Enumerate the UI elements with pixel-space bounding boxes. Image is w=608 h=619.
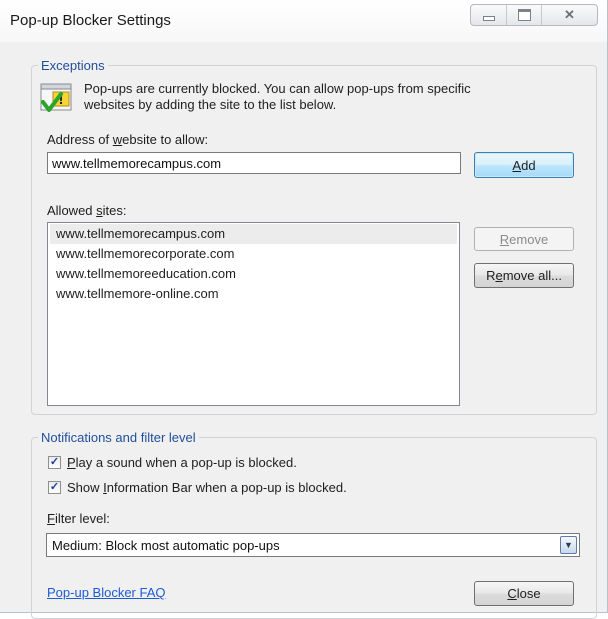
show-bar-pre: Show xyxy=(67,480,104,495)
address-label-pre: Address of xyxy=(47,132,113,147)
address-label-access-key: w xyxy=(112,132,123,147)
show-info-bar-checkbox[interactable]: ✓ xyxy=(48,481,61,494)
remove-access-key: R xyxy=(499,231,510,247)
show-info-bar-label[interactable]: Show Information Bar when a pop-up is bl… xyxy=(67,480,347,495)
close-window-button[interactable]: ✕ xyxy=(542,5,597,25)
popup-blocker-dialog: Pop-up Blocker Settings ✕ Exceptions ! P… xyxy=(0,0,608,619)
list-item[interactable]: www.tellmemore-online.com xyxy=(48,284,459,304)
allowed-label-pre: Allowed xyxy=(47,203,97,218)
allowed-sites-label: Allowed sites: xyxy=(47,203,126,218)
close-access-key: C xyxy=(507,586,517,601)
list-item[interactable]: www.tellmemorecampus.com xyxy=(50,224,457,244)
filter-level-select[interactable]: Medium: Block most automatic pop-ups ▼ xyxy=(46,533,580,557)
show-bar-text: nformation Bar when a pop-up is blocked. xyxy=(106,480,347,495)
address-label-post: ebsite to allow: xyxy=(122,132,209,147)
exceptions-legend: Exceptions xyxy=(41,58,105,73)
remove-all-pre: R xyxy=(486,268,496,283)
allowed-sites-list[interactable]: www.tellmemorecampus.com www.tellmemorec… xyxy=(47,222,460,406)
close-button[interactable]: Close xyxy=(474,581,574,606)
play-sound-checkbox[interactable]: ✓ xyxy=(48,456,61,469)
remove-label: emove xyxy=(509,231,549,247)
add-access-key: A xyxy=(512,157,522,173)
filter-level-label: Filter level: xyxy=(47,511,110,526)
exceptions-info-text: Pop-ups are currently blocked. You can a… xyxy=(84,81,554,113)
popup-blocker-faq-link[interactable]: Pop-up Blocker FAQ xyxy=(47,585,166,600)
remove-all-label: move all... xyxy=(502,268,562,283)
window-title: Pop-up Blocker Settings xyxy=(10,12,171,29)
minimize-icon xyxy=(482,15,495,21)
info-line-1: Pop-ups are currently blocked. You can a… xyxy=(84,81,471,96)
add-label: dd xyxy=(521,157,536,173)
chevron-down-icon[interactable]: ▼ xyxy=(560,536,577,554)
minimize-button[interactable] xyxy=(471,5,508,25)
website-address-input[interactable]: www.tellmemorecampus.com xyxy=(47,152,461,174)
remove-all-access-key: e xyxy=(495,268,503,283)
play-sound-label[interactable]: Play a sound when a pop-up is blocked. xyxy=(67,455,297,470)
list-item[interactable]: www.tellmemorecorporate.com xyxy=(48,244,459,264)
close-label: lose xyxy=(516,586,541,601)
notifications-legend: Notifications and filter level xyxy=(41,430,196,445)
maximize-icon xyxy=(517,9,531,21)
add-button[interactable]: Add xyxy=(474,152,574,178)
play-sound-access-key: P xyxy=(67,455,76,470)
filter-level-value: Medium: Block most automatic pop-ups xyxy=(52,538,280,553)
allowed-label-post: ites: xyxy=(102,203,127,218)
info-line-2: websites by adding the site to the list … xyxy=(84,97,337,112)
play-sound-text: lay a sound when a pop-up is blocked. xyxy=(75,455,297,470)
dialog-content: Exceptions ! Pop-ups are currently block… xyxy=(10,42,607,619)
caption-buttons: ✕ xyxy=(470,4,598,26)
remove-button[interactable]: Remove xyxy=(474,227,574,251)
list-item[interactable]: www.tellmemoreeducation.com xyxy=(48,264,459,284)
address-label: Address of website to allow: xyxy=(47,132,208,147)
maximize-button[interactable] xyxy=(507,5,542,25)
remove-all-button[interactable]: Re move all... xyxy=(474,263,574,288)
close-icon: ✕ xyxy=(563,7,575,22)
filter-label-text: ilter level: xyxy=(54,511,110,526)
filter-access-key: F xyxy=(47,511,55,526)
popup-warning-icon: ! xyxy=(40,83,72,112)
title-bar[interactable]: Pop-up Blocker Settings ✕ xyxy=(0,0,607,42)
